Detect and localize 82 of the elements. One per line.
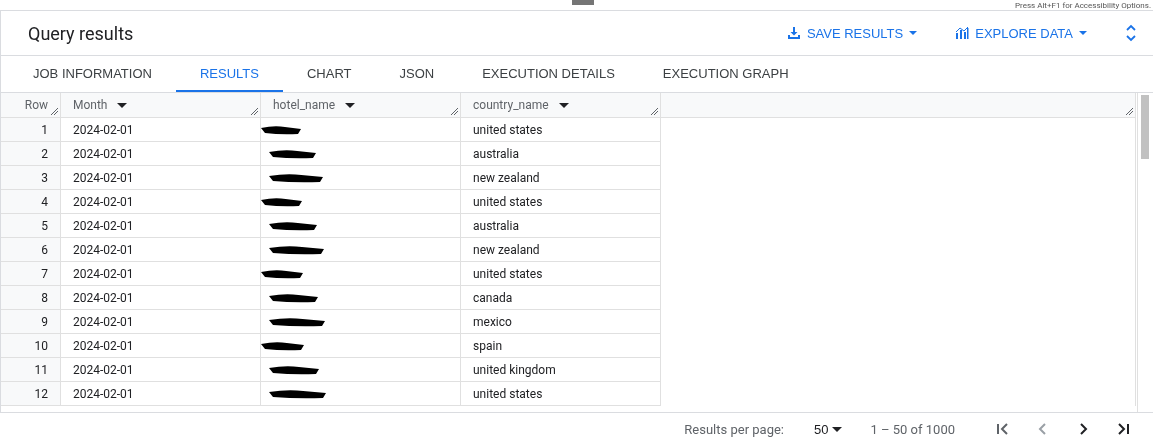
- table-cell: 2024-02-01: [61, 214, 261, 238]
- first-page-icon[interactable]: [995, 421, 1011, 437]
- table-cell: 2024-02-01: [61, 166, 261, 190]
- table-cell: canada: [461, 286, 661, 310]
- table-cell: 2024-02-01: [61, 238, 261, 262]
- resize-handle-icon[interactable]: [1126, 108, 1133, 115]
- panel-title: Query results: [28, 22, 135, 44]
- table-cell: united states: [461, 118, 661, 142]
- table-cell: spain: [461, 334, 661, 358]
- table-cell: united states: [461, 382, 661, 406]
- row-number: 9: [1, 310, 61, 334]
- resize-handle-icon[interactable]: [451, 108, 458, 115]
- caret-icon: [832, 426, 843, 432]
- redaction-mark: [269, 244, 324, 255]
- table-cell: 2024-02-01: [61, 118, 261, 142]
- sort-icon[interactable]: [558, 102, 569, 108]
- column-header[interactable]: hotel_name: [261, 93, 461, 118]
- scrollbar-thumb[interactable]: [1141, 95, 1149, 159]
- redaction-mark: [269, 148, 316, 159]
- accessibility-hint: Press Alt+F1 for Accessibility Options.: [1015, 2, 1152, 10]
- table-cell: 2024-02-01: [61, 382, 261, 406]
- redaction-mark: [269, 220, 317, 231]
- caret-icon: [1079, 31, 1087, 35]
- explore-button[interactable]: EXPLORE DATA: [955, 21, 1087, 45]
- table-cell: new zealand: [461, 166, 661, 190]
- sort-icon[interactable]: [345, 102, 356, 108]
- tab[interactable]: JOB INFORMATION: [9, 56, 176, 92]
- last-page-icon[interactable]: [1115, 421, 1131, 437]
- tab[interactable]: EXECUTION GRAPH: [638, 56, 813, 92]
- resize-handle-icon[interactable]: [51, 108, 58, 115]
- row-number: 2: [1, 142, 61, 166]
- table-cell: 2024-02-01: [61, 262, 261, 286]
- column-header[interactable]: Month: [61, 93, 261, 118]
- download-icon: [786, 26, 801, 40]
- table-cell: 2024-02-01: [61, 142, 261, 166]
- row-number: 3: [1, 166, 61, 190]
- table-cell: united states: [461, 262, 661, 286]
- redaction-mark: [261, 124, 301, 135]
- expand-icon[interactable]: [1125, 24, 1137, 42]
- chart-icon: [955, 26, 970, 40]
- tab[interactable]: CHART: [282, 56, 376, 92]
- table-cell: 2024-02-01: [61, 310, 261, 334]
- drag-handle[interactable]: [572, 0, 594, 5]
- table-cell: australia: [461, 214, 661, 238]
- column-header[interactable]: country_name: [461, 93, 661, 118]
- sort-icon[interactable]: [117, 102, 128, 108]
- row-number: 7: [1, 262, 61, 286]
- redaction-mark: [269, 172, 323, 183]
- row-number: 12: [1, 382, 61, 406]
- table-cell: new zealand: [461, 238, 661, 262]
- redaction-mark: [269, 316, 325, 327]
- redaction-mark: [261, 268, 303, 279]
- row-number: 10: [1, 334, 61, 358]
- save-button[interactable]: SAVE RESULTS: [786, 21, 918, 45]
- caret-icon: [909, 31, 918, 35]
- page-size-label: Results per page:: [684, 421, 784, 437]
- redaction-mark: [269, 388, 326, 399]
- row-number: 8: [1, 286, 61, 310]
- redaction-mark: [269, 364, 319, 375]
- row-number: 1: [1, 118, 61, 142]
- resize-handle-icon[interactable]: [251, 108, 258, 115]
- redaction-mark: [261, 340, 304, 351]
- table-cell: 2024-02-01: [61, 190, 261, 214]
- table-cell: australia: [461, 142, 661, 166]
- table-cell: 2024-02-01: [61, 286, 261, 310]
- redaction-mark: [269, 292, 318, 303]
- row-number: 6: [1, 238, 61, 262]
- table-cell: 2024-02-01: [61, 358, 261, 382]
- resize-handle-icon[interactable]: [651, 108, 658, 115]
- table-cell: mexico: [461, 310, 661, 334]
- tab[interactable]: EXECUTION DETAILS: [458, 56, 639, 92]
- row-number: 5: [1, 214, 61, 238]
- table-cell: united states: [461, 190, 661, 214]
- page-range: 1 – 50 of 1000: [870, 421, 955, 437]
- tab[interactable]: JSON: [375, 56, 459, 92]
- table-cell: 2024-02-01: [61, 334, 261, 358]
- row-number: 11: [1, 358, 61, 382]
- page-size-dropdown[interactable]: 50: [814, 421, 843, 437]
- row-number: 4: [1, 190, 61, 214]
- column-header[interactable]: Row: [1, 93, 61, 118]
- redaction-mark: [261, 196, 302, 207]
- table-cell: united kingdom: [461, 358, 661, 382]
